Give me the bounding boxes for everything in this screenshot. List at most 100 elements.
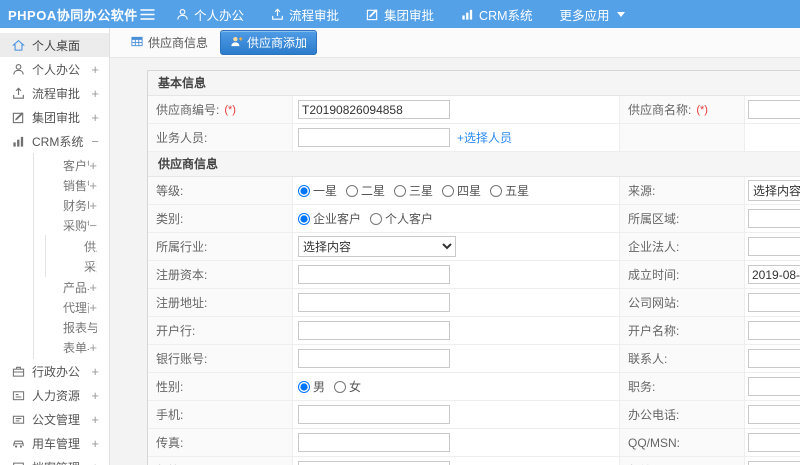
sidebar-item[interactable]: 报表与统计 <box>34 317 109 337</box>
field-label-cell: 所属行业: <box>148 233 293 260</box>
level-radio-input-3[interactable] <box>442 184 455 197</box>
website-label: 公司网站: <box>628 296 680 310</box>
gender-radio-option-1[interactable]: 女 <box>334 378 361 395</box>
bank-input[interactable] <box>298 321 450 340</box>
field-input-cell <box>293 289 620 316</box>
category-radio-option-1[interactable]: 个人客户 <box>370 210 433 227</box>
field-label-cell: 邮箱: <box>148 457 293 465</box>
sidebar-item[interactable]: 客户管理+ <box>34 155 109 175</box>
region-input[interactable] <box>748 209 800 228</box>
gender-radio-input-1[interactable] <box>334 380 347 393</box>
mobile-input[interactable] <box>298 405 450 424</box>
supplier-code-input[interactable] <box>298 100 450 119</box>
topnav-label: CRM系统 <box>479 8 533 23</box>
tab-supplier-add[interactable]: 供应商添加 <box>220 30 318 55</box>
bank-account-input[interactable] <box>298 349 450 368</box>
field-label-cell: 职务: <box>620 373 745 400</box>
sidebar-item-label: 人力资源 <box>32 388 81 403</box>
office-phone-input[interactable] <box>748 405 800 424</box>
expand-toggle-icon: + <box>91 411 99 427</box>
legal-person-input[interactable] <box>748 237 800 256</box>
topnav-item-edit[interactable]: 集团审批 <box>366 5 434 24</box>
field-label-cell: 等级: <box>148 177 293 204</box>
hamburger-menu-icon[interactable] <box>130 8 164 20</box>
supplier-name-input[interactable] <box>748 100 800 119</box>
sidebar-item-label: 行政办公 <box>32 364 81 379</box>
level-radio-input-2[interactable] <box>394 184 407 197</box>
sidebar-item[interactable]: 个人桌面 <box>0 33 109 57</box>
website-input[interactable] <box>748 293 800 312</box>
level-label: 等级: <box>156 184 184 198</box>
gender-radio-input-0[interactable] <box>298 380 310 393</box>
level-radio-input-0[interactable] <box>298 184 310 197</box>
found-date-input[interactable] <box>748 265 800 284</box>
level-radio-input-4[interactable] <box>490 184 503 197</box>
category-radio-option-0[interactable]: 企业客户 <box>298 210 361 227</box>
level-radio-option-0[interactable]: 一星 <box>298 182 337 199</box>
sidebar-item[interactable]: 采购管理 <box>46 256 109 276</box>
fax-input[interactable] <box>298 433 450 452</box>
supplier-name-label: 供应商名称: <box>628 103 692 117</box>
source-select[interactable]: 选择内容 <box>748 180 800 201</box>
form-row: 性别: 男女职务: <box>148 373 800 401</box>
sidebar-item[interactable]: 财务收支+ <box>34 195 109 215</box>
topnav-item-user[interactable]: 个人办公 <box>176 5 244 24</box>
level-radio-option-3[interactable]: 四星 <box>442 182 481 199</box>
zip-input[interactable] <box>748 461 800 465</box>
sidebar-item[interactable]: CRM系统 − <box>0 129 109 153</box>
sidebar-item[interactable]: 公文管理 + <box>0 407 109 431</box>
sidebar-item[interactable]: 表单与流程设置+ <box>34 337 109 357</box>
account-name-input[interactable] <box>748 321 800 340</box>
sidebar-item[interactable]: 销售管理+ <box>34 175 109 195</box>
field-label-cell: 供应商编号: (*) <box>148 96 293 123</box>
sidebar-item-label: 流程审批 <box>32 86 81 101</box>
form-row: 传真: QQ/MSN: <box>148 429 800 457</box>
field-label-cell: 开户行: <box>148 317 293 344</box>
sidebar-item[interactable]: 采购管理− <box>34 215 109 235</box>
email-input[interactable] <box>298 461 450 465</box>
required-mark: (*) <box>224 103 236 116</box>
sidebar-item[interactable]: 产品与库存+ <box>34 277 109 297</box>
tab-bar: 供应商信息 供应商添加 <box>110 28 800 58</box>
tab-supplier-info[interactable]: 供应商信息 <box>130 34 208 51</box>
level-radio-option-4[interactable]: 五星 <box>490 182 529 199</box>
sidebar-item[interactable]: 个人办公 + <box>0 57 109 81</box>
sidebar-item[interactable]: 集团审批 + <box>0 105 109 129</box>
sidebar-item[interactable]: 用车管理 + <box>0 431 109 455</box>
gender-radio-option-0[interactable]: 男 <box>298 378 325 395</box>
form-row: 等级: 一星 二星 三星 四星 五星 来源: 选择内容 <box>148 177 800 205</box>
category-radio-input-0[interactable] <box>298 212 310 225</box>
reg-address-input[interactable] <box>298 293 450 312</box>
sidebar-item-label: 用车管理 <box>32 436 81 451</box>
sidebar-item[interactable]: 供应商管理 <box>46 236 109 256</box>
sidebar-item[interactable]: 代理商管理+ <box>34 297 109 317</box>
radio-label: 男 <box>313 380 326 394</box>
topnav-item-chart[interactable]: CRM系统 <box>461 5 533 24</box>
field-input-cell <box>745 124 800 151</box>
topnav-item-upload[interactable]: 流程审批 <box>271 5 339 24</box>
industry-select[interactable]: 选择内容 <box>298 236 456 257</box>
qq-msn-input[interactable] <box>748 433 800 452</box>
found-date-label: 成立时间: <box>628 268 680 282</box>
category-radio-input-1[interactable] <box>370 212 383 225</box>
field-label-cell: 联系人: <box>620 345 745 372</box>
sidebar-item[interactable]: 人力资源 + <box>0 383 109 407</box>
field-input-cell: 一星 二星 三星 四星 五星 <box>293 177 620 204</box>
reg-capital-input[interactable] <box>298 265 450 284</box>
sidebar-item[interactable]: 行政办公 + <box>0 359 109 383</box>
sidebar-item-label: 档案管理 <box>32 459 91 465</box>
sidebar-item[interactable]: 流程审批 + <box>0 81 109 105</box>
form-row: 注册地址: 公司网站: <box>148 289 800 317</box>
level-radio-option-1[interactable]: 二星 <box>346 182 385 199</box>
sidebar-item[interactable]: 档案管理+ <box>0 455 109 465</box>
staff-input[interactable] <box>298 128 450 147</box>
contact-input[interactable] <box>748 349 800 368</box>
form-row: 邮箱: 邮编: <box>148 457 800 465</box>
select-person-link[interactable]: +选择人员 <box>457 129 512 146</box>
topnav-label: 更多应用 <box>559 8 610 23</box>
position-input[interactable] <box>748 377 800 396</box>
level-radio-input-1[interactable] <box>346 184 359 197</box>
supplier-code-label: 供应商编号: <box>156 103 220 117</box>
topnav-item-apps[interactable]: 更多应用 <box>560 5 625 24</box>
level-radio-option-2[interactable]: 三星 <box>394 182 433 199</box>
